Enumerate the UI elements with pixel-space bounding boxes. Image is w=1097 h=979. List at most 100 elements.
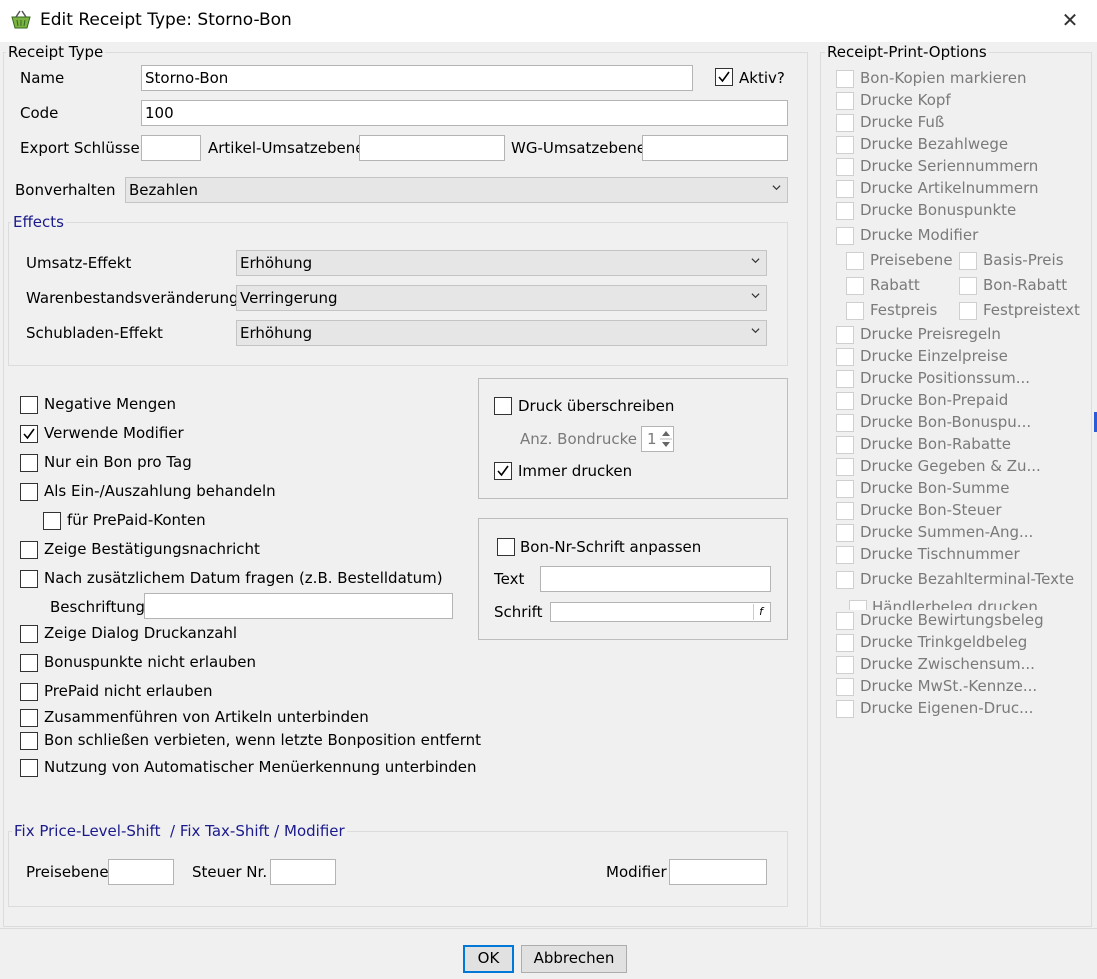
name-field[interactable]: Storno-Bon (141, 65, 693, 91)
option-7-checkbox[interactable] (20, 625, 38, 643)
print-sub-left-1-checkbox[interactable] (846, 277, 864, 295)
print-modifier-checkbox[interactable] (836, 227, 854, 245)
text-label: Text (494, 570, 525, 588)
anz-bondrucke-label: Anz. Bondrucke (520, 430, 637, 448)
print-bottom-2-checkbox[interactable] (836, 656, 854, 674)
schubladen-select[interactable]: Erhöhung (236, 320, 767, 346)
immer-drucken-checkbox[interactable] (494, 462, 512, 480)
print-mid-1-checkbox[interactable] (836, 348, 854, 366)
font-picker-icon[interactable]: f (753, 604, 768, 620)
print-sub-right-1-label: Bon-Rabatt (983, 276, 1068, 294)
beschriftung-field[interactable] (144, 593, 453, 619)
print-top-2-label: Drucke Fuß (860, 113, 945, 131)
anz-bondrucke-spinner[interactable]: 1 (641, 426, 674, 452)
window-title: Edit Receipt Type: Storno-Bon (40, 10, 292, 30)
preisebene-field[interactable] (108, 859, 174, 885)
print-sub-left-2-checkbox[interactable] (846, 302, 864, 320)
print-bottom-0-checkbox[interactable] (836, 612, 854, 630)
option-3-checkbox[interactable] (20, 483, 38, 501)
option-10-checkbox[interactable] (20, 709, 38, 727)
name-label: Name (20, 69, 65, 87)
print-bottom-2-label: Drucke Zwischensum... (860, 655, 1035, 673)
print-mid-7-checkbox[interactable] (836, 480, 854, 498)
print-mid-10-checkbox[interactable] (836, 546, 854, 564)
print-mid-8-checkbox[interactable] (836, 502, 854, 520)
bonnr-schrift-checkbox[interactable] (497, 538, 515, 556)
print-sub-right-1-checkbox[interactable] (959, 277, 977, 295)
option-4-checkbox[interactable] (43, 512, 61, 530)
print-bottom-4-checkbox[interactable] (836, 700, 854, 718)
cancel-button[interactable]: Abbrechen (521, 945, 627, 973)
print-top-3-label: Drucke Bezahlwege (860, 135, 1009, 153)
print-mid-9-label: Drucke Summen-Ang... (860, 523, 1034, 541)
print-top-5-checkbox[interactable] (836, 180, 854, 198)
print-bottom-3-checkbox[interactable] (836, 678, 854, 696)
warenbestand-label: Warenbestandsveränderung (26, 289, 239, 307)
option-3-label: Als Ein-/Auszahlung behandeln (44, 482, 276, 500)
print-sub-left-0-label: Preisebene (870, 251, 953, 269)
option-8-checkbox[interactable] (20, 654, 38, 672)
artikel-umsatzebene-field[interactable] (359, 135, 505, 161)
print-mid-11-checkbox[interactable] (836, 571, 854, 589)
print-sub-right-2-checkbox[interactable] (959, 302, 977, 320)
print-sub-right-2-label: Festpreistext (983, 301, 1080, 319)
print-top-4-label: Drucke Seriennummern (860, 157, 1039, 175)
print-top-6-checkbox[interactable] (836, 202, 854, 220)
option-12-checkbox[interactable] (20, 759, 38, 777)
option-4-label: für PrePaid-Konten (67, 511, 206, 529)
print-mid-3-checkbox[interactable] (836, 392, 854, 410)
code-field[interactable]: 100 (141, 100, 788, 126)
print-top-4-checkbox[interactable] (836, 158, 854, 176)
print-sub-left-2-label: Festpreis (870, 301, 938, 319)
print-mid-6-checkbox[interactable] (836, 458, 854, 476)
modifier-field[interactable] (669, 859, 767, 885)
haendlerbeleg-row[interactable]: Händlerbeleg drucken (845, 598, 1085, 610)
option-0-label: Negative Mengen (44, 395, 177, 413)
aktiv-checkbox[interactable] (715, 68, 733, 86)
druck-ueberschreiben-label: Druck überschreiben (518, 397, 675, 415)
schrift-label: Schrift (494, 603, 543, 621)
artikel-umsatzebene-label: Artikel-Umsatzebene (208, 139, 365, 157)
print-top-3-checkbox[interactable] (836, 136, 854, 154)
print-top-0-checkbox[interactable] (836, 70, 854, 88)
print-mid-4-checkbox[interactable] (836, 414, 854, 432)
option-5-checkbox[interactable] (20, 541, 38, 559)
modifier-label: Modifier (606, 863, 667, 881)
text-field[interactable] (540, 566, 771, 592)
option-10-label: Zusammenführen von Artikeln unterbinden (44, 708, 369, 726)
option-2-checkbox[interactable] (20, 454, 38, 472)
print-bottom-1-checkbox[interactable] (836, 634, 854, 652)
print-sub-left-0-checkbox[interactable] (846, 252, 864, 270)
bonnr-schrift-label: Bon-Nr-Schrift anpassen (520, 538, 702, 556)
haendlerbeleg-checkbox[interactable] (849, 600, 867, 610)
option-1-checkbox[interactable] (20, 425, 38, 443)
schrift-field[interactable]: f (550, 602, 771, 622)
print-mid-6-label: Drucke Gegeben & Zu... (860, 457, 1041, 475)
print-sub-right-0-checkbox[interactable] (959, 252, 977, 270)
druck-ueberschreiben-checkbox[interactable] (494, 397, 512, 415)
ok-button[interactable]: OK (463, 945, 514, 973)
export-label: Export Schlüssel (20, 139, 144, 157)
bottom-separator (0, 928, 1097, 929)
print-mid-2-checkbox[interactable] (836, 370, 854, 388)
print-mid-5-label: Drucke Bon-Rabatte (860, 435, 1011, 453)
export-field[interactable] (141, 135, 201, 161)
option-9-checkbox[interactable] (20, 683, 38, 701)
print-bottom-3-label: Drucke MwSt.-Kennze... (860, 677, 1038, 695)
print-top-2-checkbox[interactable] (836, 114, 854, 132)
schubladen-value: Erhöhung (240, 324, 313, 342)
print-mid-5-checkbox[interactable] (836, 436, 854, 454)
print-mid-0-checkbox[interactable] (836, 326, 854, 344)
close-icon[interactable]: ✕ (1056, 6, 1084, 34)
option-0-checkbox[interactable] (20, 396, 38, 414)
wg-umsatzebene-field[interactable] (642, 135, 788, 161)
option-6-checkbox[interactable] (20, 570, 38, 588)
steuer-nr-field[interactable] (270, 859, 336, 885)
bonverhalten-select[interactable]: Bezahlen (125, 177, 788, 203)
umsatz-effekt-select[interactable]: Erhöhung (236, 250, 767, 276)
aktiv-label: Aktiv? (739, 69, 785, 87)
warenbestand-select[interactable]: Verringerung (236, 285, 767, 311)
option-11-checkbox[interactable] (20, 732, 38, 750)
print-mid-9-checkbox[interactable] (836, 524, 854, 542)
print-top-1-checkbox[interactable] (836, 92, 854, 110)
